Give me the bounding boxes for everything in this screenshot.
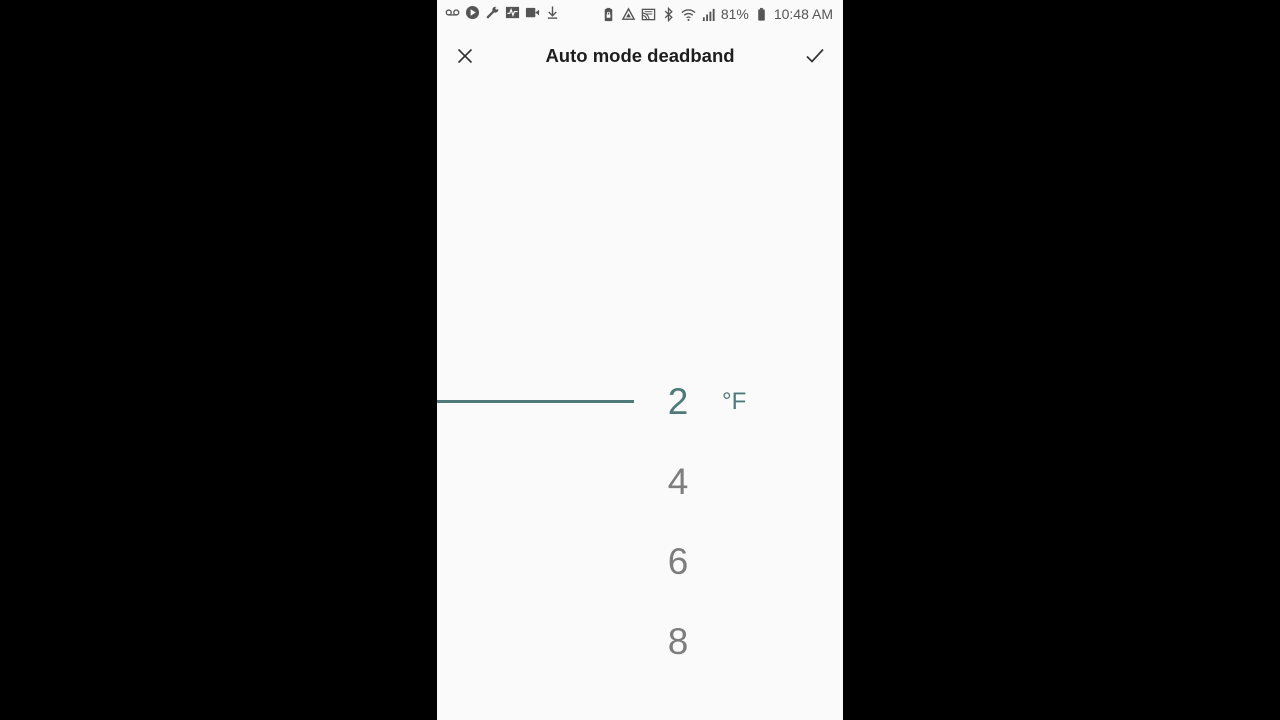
voicemail-icon (445, 5, 460, 20)
picker-item-8[interactable]: 8 (637, 602, 719, 682)
download-icon (545, 5, 560, 20)
selection-indicator-line (437, 400, 634, 403)
battery-percent: 81% (720, 6, 749, 22)
battery-lock-icon (601, 7, 616, 22)
phone-screen: 81% 10:48 AM Auto mode deadband 2 4 6 8 … (437, 0, 843, 720)
video-icon (525, 5, 540, 20)
activity-icon (505, 5, 520, 20)
check-icon (806, 48, 824, 63)
deadband-picker[interactable]: 2 4 6 8 (637, 362, 719, 682)
recycle-icon (621, 6, 636, 22)
status-bar: 81% 10:48 AM (437, 0, 843, 28)
picker-item-4[interactable]: 4 (637, 442, 719, 522)
status-left-icons (445, 5, 560, 20)
picker-item-6[interactable]: 6 (637, 522, 719, 602)
unit-label: °F (722, 388, 747, 415)
wifi-icon (681, 7, 696, 22)
app-bar: Auto mode deadband (437, 28, 843, 84)
cast-icon (641, 7, 656, 22)
confirm-button[interactable] (801, 42, 829, 70)
bluetooth-icon (661, 6, 676, 22)
wrench-icon (485, 5, 500, 20)
signal-icon (701, 7, 716, 22)
battery-icon (754, 7, 769, 22)
picker-item-2[interactable]: 2 (637, 362, 719, 442)
status-right-icons: 81% 10:48 AM (601, 5, 833, 23)
status-time: 10:48 AM (773, 6, 833, 22)
play-store-icon (465, 5, 480, 20)
page-title: Auto mode deadband (545, 45, 735, 66)
